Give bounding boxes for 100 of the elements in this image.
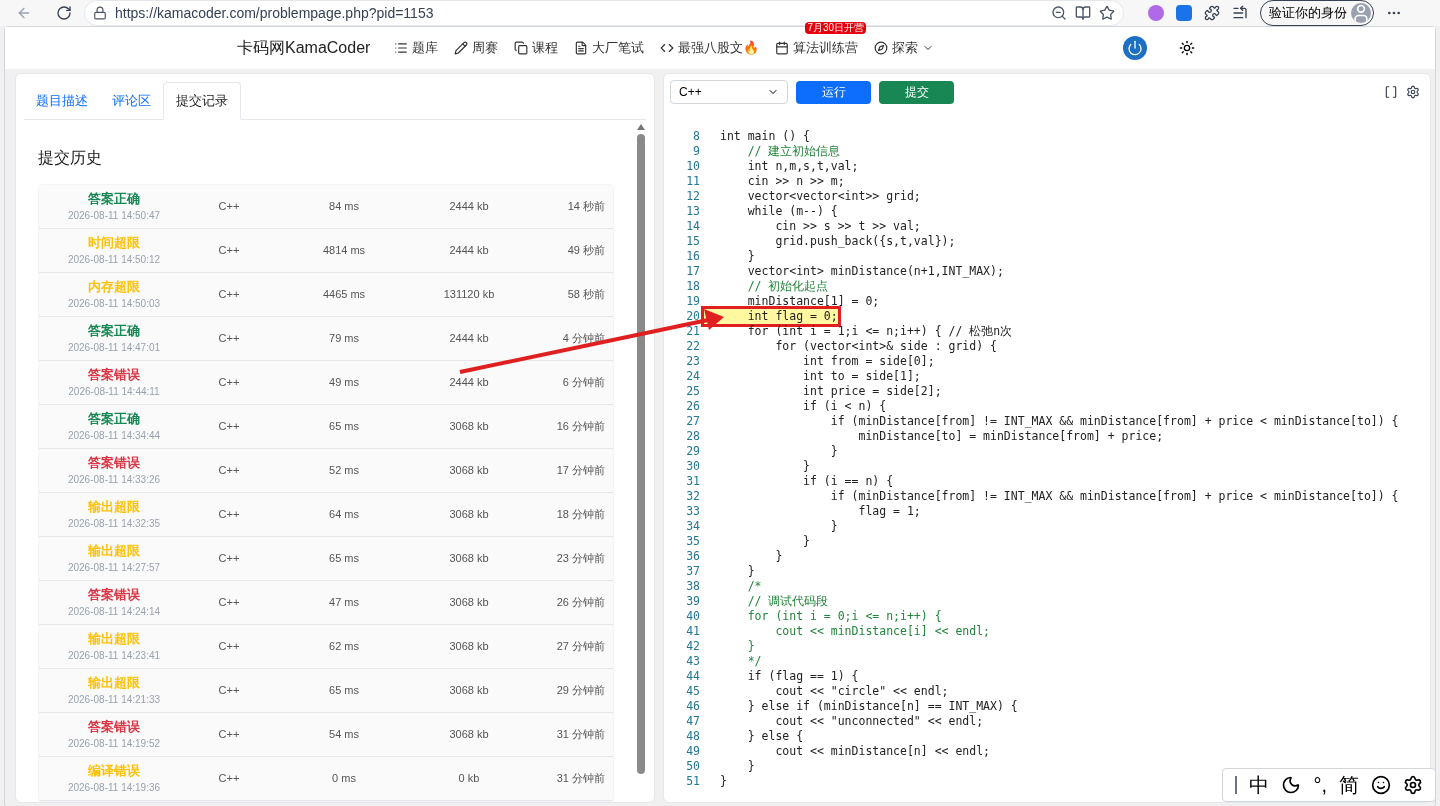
ime-mode-button[interactable]: 中 (1249, 770, 1270, 800)
submit-time: 2026-08-11 14:33:26 (67, 473, 161, 488)
runtime-text: 52 ms (328, 462, 360, 478)
submit-time: 2026-08-11 14:19:52 (67, 737, 161, 752)
status-text: 输出超限 (88, 629, 140, 648)
site-logo[interactable]: 卡码网KamaCoder (237, 36, 371, 60)
status-text: 答案错误 (88, 585, 140, 604)
tab[interactable]: 评论区 (100, 82, 163, 119)
lock-icon (93, 6, 107, 20)
nav-link[interactable]: 周赛 (454, 38, 499, 58)
code-line: cin >> s >> t >> val; (774, 219, 921, 234)
nav-icon (454, 41, 469, 55)
submission-row[interactable]: 时间超限 2026-08-11 14:50:12 C++ 4814 ms 2444 kb 49 秒前 (39, 228, 613, 273)
language-text: C++ (217, 330, 241, 346)
settings-icon[interactable] (1406, 85, 1420, 99)
language-text: C++ (217, 462, 241, 478)
line-number: 9 (692, 144, 701, 159)
line-number: 32 (685, 489, 701, 504)
status-text: 输出超限 (88, 541, 140, 560)
code-line: */ (746, 654, 762, 669)
line-number: 46 (685, 699, 701, 714)
zoom-icon[interactable] (1051, 5, 1067, 21)
nav-link[interactable]: 最强八股文🔥 (660, 38, 760, 58)
code-line: int n,m,s,t,val; (746, 159, 859, 174)
time-ago-text: 17 分钟前 (555, 462, 606, 478)
code-line: int to = side[1]; (802, 369, 921, 384)
line-number: 33 (685, 504, 701, 519)
time-ago-text: 31 分钟前 (555, 726, 606, 742)
favorite-icon[interactable] (1099, 5, 1115, 21)
runtime-text: 4814 ms (321, 242, 367, 258)
nav-link[interactable]: 课程 (514, 38, 559, 58)
scrollbar-thumb[interactable] (637, 133, 645, 774)
code-line: } (746, 639, 755, 654)
scroll-up-icon[interactable] (637, 123, 645, 130)
language-select[interactable]: C++ (670, 80, 788, 104)
emoji-icon[interactable] (1371, 775, 1391, 795)
time-ago-text: 49 秒前 (566, 242, 606, 258)
code-line: /* (746, 579, 762, 594)
tab[interactable]: 题目描述 (24, 82, 100, 119)
line-number: 39 (685, 594, 701, 609)
line-number: 17 (685, 264, 701, 279)
run-button[interactable]: 运行 (796, 80, 871, 104)
line-number: 11 (685, 174, 701, 189)
code-line: if (minDistance[from] != INT_MAX && minDistance[from] + price < minDistance[to]) { (829, 414, 1399, 429)
reader-icon[interactable] (1075, 5, 1091, 21)
moon-icon[interactable] (1281, 775, 1302, 795)
theme-icon[interactable] (1179, 40, 1195, 56)
submission-row[interactable]: 答案错误 2026-08-11 14:33:26 C++ 52 ms 3068 kb 17 分钟前 (39, 448, 613, 493)
line-number: 34 (685, 519, 701, 534)
submission-row[interactable]: 答案错误 2026-08-11 14:24:14 C++ 47 ms 3068 kb 26 分钟前 (39, 580, 613, 625)
line-number: 27 (685, 414, 701, 429)
submit-time: 2026-08-11 14:44:11 (68, 385, 160, 400)
submission-row[interactable]: 输出超限 2026-08-11 14:23:41 C++ 62 ms 3068 kb 27 分钟前 (39, 624, 613, 669)
line-number: 15 (685, 234, 701, 249)
runtime-text: 62 ms (328, 638, 360, 654)
status-text: 答案正确 (88, 321, 140, 340)
line-number: 19 (685, 294, 701, 309)
submission-row[interactable]: 答案正确 2026-08-11 14:34:44 C++ 65 ms 3068 kb 16 分钟前 (39, 404, 613, 449)
line-number: 22 (685, 339, 701, 354)
ime-script-button[interactable]: 简 (1339, 770, 1359, 800)
nav-link[interactable]: 题库 (394, 38, 439, 58)
language-text: C++ (217, 594, 241, 610)
code-line: // 建立初始信息 (746, 144, 841, 159)
code-line: grid.push_back({s,t,val}); (774, 234, 956, 249)
code-line: if (minDistance[from] != INT_MAX && minDistance[from] + price < minDistance[to]) { (829, 489, 1399, 504)
submission-row[interactable]: 答案错误 2026-08-11 14:19:52 C++ 54 ms 3068 kb 31 分钟前 (39, 712, 613, 757)
runtime-text: 47 ms (328, 594, 360, 610)
user-menu-icon[interactable] (1123, 36, 1147, 60)
settings-icon[interactable] (1403, 775, 1423, 795)
submission-row[interactable]: 内存超限 2026-08-11 14:50:03 C++ 4465 ms 131120 kb 58 秒前 (39, 272, 613, 317)
extensions-icon[interactable] (1204, 5, 1220, 21)
memory-text: 3068 kb (448, 550, 490, 566)
submission-row[interactable]: 输出超限 2026-08-11 14:21:33 C++ 65 ms 3068 kb 29 分钟前 (39, 668, 613, 713)
code-line: cout << minDistance[i] << endl; (774, 624, 991, 639)
ime-punctuation-button[interactable]: °, (1313, 770, 1327, 800)
nav-link[interactable]: 算法训练营 (775, 38, 859, 58)
runtime-text: 0 ms (331, 770, 357, 786)
memory-text: 3068 kb (448, 682, 490, 698)
code-line: } (719, 774, 727, 789)
extension-icon[interactable] (1176, 5, 1192, 21)
time-ago-text: 31 分钟前 (555, 770, 606, 786)
code-line: for (int i = 0;i <= n;i++) { (746, 609, 942, 624)
runtime-text: 64 ms (328, 506, 360, 522)
nav-link[interactable]: 大厂笔试 (574, 38, 645, 58)
submit-button[interactable]: 提交 (879, 80, 954, 104)
code-line: } (829, 519, 838, 534)
nav-link[interactable]: 探索 (874, 38, 935, 58)
extension-icon[interactable] (1148, 5, 1164, 21)
line-number: 23 (685, 354, 701, 369)
submission-row[interactable]: 答案错误 2026-08-11 14:44:11 C++ 49 ms 2444 kb 6 分钟前 (39, 360, 613, 405)
submission-row[interactable]: 编译错误 2026-08-11 14:19:36 C++ 0 ms 0 kb 31 分钟前 (39, 756, 613, 801)
tab[interactable]: 提交记录 (163, 82, 241, 120)
language-text: C++ (217, 682, 241, 698)
memory-text: 0 kb (457, 770, 481, 786)
submission-row[interactable]: 输出超限 2026-08-11 14:32:35 C++ 64 ms 3068 kb 18 分钟前 (39, 492, 613, 537)
submission-row[interactable]: 答案正确 2026-08-11 14:50:47 C++ 84 ms 2444 kb 14 秒前 (39, 184, 613, 229)
language-text: C++ (217, 418, 241, 434)
reload-icon[interactable] (56, 5, 72, 21)
line-number: 18 (685, 279, 701, 294)
submission-row[interactable]: 输出超限 2026-08-11 14:27:57 C++ 65 ms 3068 kb 23 分钟前 (39, 536, 613, 581)
